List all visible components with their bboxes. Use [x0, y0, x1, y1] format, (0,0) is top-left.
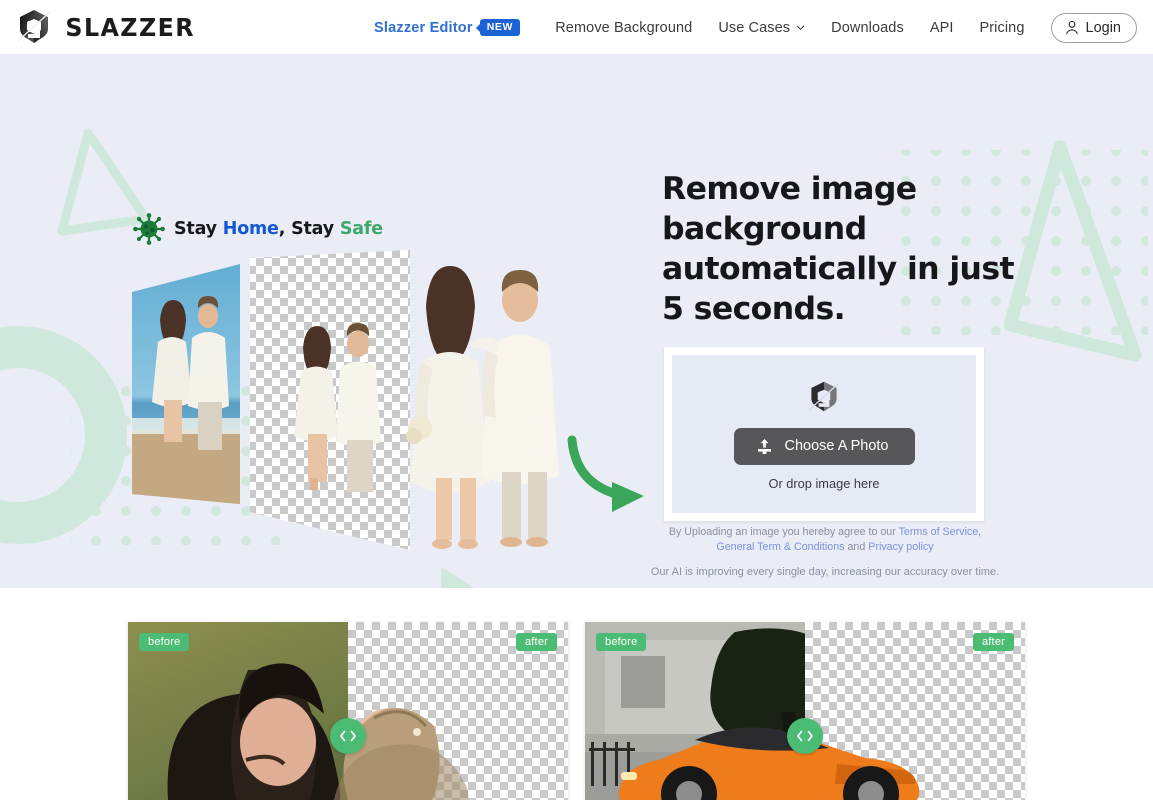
- general-terms-link[interactable]: General Term & Conditions: [716, 541, 844, 553]
- nav-link-api[interactable]: API: [917, 20, 967, 36]
- choose-a-photo-label: Choose A Photo: [784, 438, 889, 454]
- nav-links-group: Remove Background Use Cases Downloads AP…: [542, 0, 1137, 55]
- new-badge: NEW: [479, 19, 520, 36]
- badge-before: before: [596, 633, 647, 651]
- nav-link-label: Remove Background: [555, 19, 693, 36]
- hero-content: Stay Home, Stay Safe Remove image backgr…: [0, 55, 1153, 588]
- legal-text: By Uploading an image you hereby agree t…: [660, 525, 990, 554]
- background-removal-illustration: [132, 250, 644, 550]
- nav-link-label: Downloads: [831, 19, 904, 36]
- legal-prefix: By Uploading an image you hereby agree t…: [668, 526, 899, 538]
- terms-of-service-link[interactable]: Terms of Service: [899, 526, 979, 538]
- stay-text-2: , Stay: [278, 219, 340, 239]
- before-after-card-orange-sports-car[interactable]: before after: [585, 622, 1025, 800]
- legal-comma: ,: [978, 526, 982, 538]
- illustration-final-cutout: [406, 266, 559, 549]
- left-right-chevrons-icon: [340, 730, 356, 742]
- brand-name: SLAZZER: [65, 12, 195, 42]
- nav-link-remove-background[interactable]: Remove Background: [542, 20, 705, 36]
- privacy-policy-link[interactable]: Privacy policy: [868, 541, 933, 553]
- badge-after: after: [515, 633, 557, 651]
- illustration-original-photo: [132, 264, 240, 504]
- illustration-transparent-panel: [250, 250, 410, 550]
- nav-link-use-cases[interactable]: Use Cases: [705, 20, 818, 36]
- nav-link-label: API: [929, 19, 954, 36]
- curved-arrow-icon: [567, 435, 644, 512]
- nav-link-label: Pricing: [979, 19, 1025, 36]
- badge-before: before: [139, 633, 190, 651]
- login-label: Login: [1085, 19, 1121, 36]
- nav-editor-group: Slazzer Editor NEW: [374, 0, 520, 55]
- stay-home-text: Stay Home, Stay Safe: [174, 219, 383, 239]
- stay-text-safe: Safe: [339, 219, 383, 239]
- hero-section: Stay Home, Stay Safe Remove image backgr…: [0, 55, 1153, 588]
- stay-text-home: Home: [222, 219, 279, 239]
- top-navigation-bar: SLAZZER Slazzer Editor NEW Remove Backgr…: [0, 0, 1153, 55]
- slazzer-logo-icon: [17, 10, 51, 43]
- badge-after: after: [972, 633, 1014, 651]
- choose-a-photo-button[interactable]: Choose A Photo: [733, 427, 915, 465]
- brand-logo[interactable]: SLAZZER: [14, 8, 198, 46]
- page-title: Remove image background automatically in…: [662, 171, 1015, 327]
- left-right-chevrons-icon: [797, 730, 813, 742]
- legal-and: and: [844, 540, 869, 553]
- stay-home-banner: Stay Home, Stay Safe: [133, 213, 383, 245]
- before-after-card-mother-and-daughter[interactable]: before after: [128, 622, 568, 800]
- nav-link-downloads[interactable]: Downloads: [818, 20, 917, 36]
- stay-text-1: Stay: [174, 219, 223, 239]
- before-after-section: before after before after: [0, 588, 1153, 800]
- virus-icon: [133, 213, 165, 245]
- nav-link-slazzer-editor[interactable]: Slazzer Editor: [374, 20, 473, 36]
- upload-icon: [757, 438, 771, 454]
- chevron-down-icon: [797, 25, 805, 31]
- slazzer-logo-icon: [809, 381, 839, 411]
- nav-link-label: Use Cases: [718, 19, 791, 36]
- drop-hint-text: Or drop image here: [768, 475, 880, 491]
- login-button[interactable]: Login: [1050, 12, 1137, 43]
- nav-link-pricing[interactable]: Pricing: [966, 20, 1037, 36]
- badge-tail: [475, 22, 481, 33]
- new-badge-wrapper: NEW: [475, 19, 520, 36]
- comparison-slider-handle[interactable]: [330, 718, 366, 754]
- comparison-slider-handle[interactable]: [787, 718, 823, 754]
- user-icon: [1065, 20, 1078, 35]
- ai-accuracy-note: Our AI is improving every single day, in…: [650, 566, 1000, 578]
- dropzone[interactable]: Choose A Photo Or drop image here: [672, 355, 976, 513]
- upload-card: Choose A Photo Or drop image here: [664, 347, 984, 521]
